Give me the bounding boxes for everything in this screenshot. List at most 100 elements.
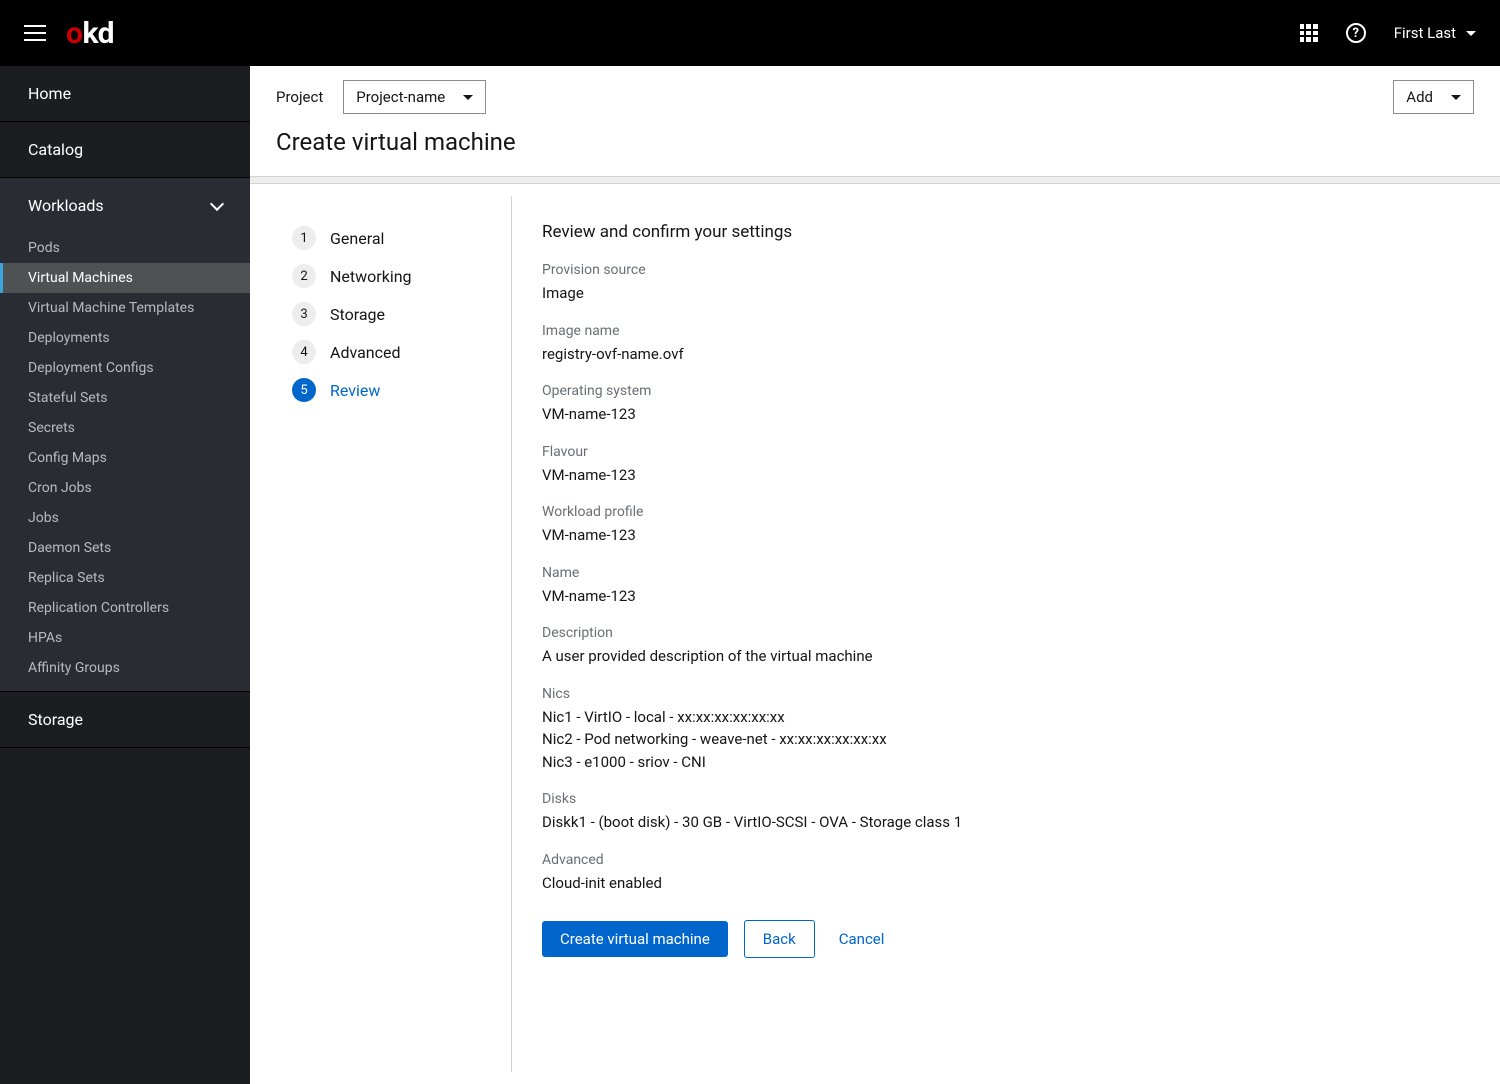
step-number: 2 xyxy=(292,264,316,288)
hamburger-menu-icon[interactable] xyxy=(24,21,46,45)
step-label: General xyxy=(330,229,384,248)
caret-down-icon xyxy=(1451,95,1461,100)
divider xyxy=(250,176,1500,184)
wizard-step[interactable]: 5 Review xyxy=(292,378,491,402)
sidebar-sub-item[interactable]: Virtual Machines xyxy=(0,263,250,293)
project-selected: Project-name xyxy=(356,88,445,106)
wizard-panel: 1 General 2 Networking 3 Storage 4 Advanced 5 Rev… xyxy=(262,196,1488,1072)
sidebar-sub-item[interactable]: HPAs xyxy=(0,623,250,653)
chevron-down-icon xyxy=(210,196,224,210)
field-label: Image name xyxy=(542,323,1458,339)
wizard-actions: Create virtual machine Back Cancel xyxy=(542,920,1458,958)
step-label: Advanced xyxy=(330,343,401,362)
field-flavour: Flavour VM-name-123 xyxy=(542,444,1458,487)
add-label: Add xyxy=(1406,88,1433,106)
sidebar-sub-item[interactable]: Cron Jobs xyxy=(0,473,250,503)
logo-o: o xyxy=(66,16,82,51)
field-advanced: Advanced Cloud-init enabled xyxy=(542,852,1458,895)
sidebar-sub-item[interactable]: Deployment Configs xyxy=(0,353,250,383)
wizard-step[interactable]: 4 Advanced xyxy=(292,340,491,364)
logo-kd: kd xyxy=(82,16,114,51)
field-provision-source: Provision source Image xyxy=(542,262,1458,305)
field-label: Provision source xyxy=(542,262,1458,278)
sidebar-sub-item[interactable]: Daemon Sets xyxy=(0,533,250,563)
sidebar-item-home[interactable]: Home xyxy=(0,66,250,122)
field-name: Name VM-name-123 xyxy=(542,565,1458,608)
step-number: 1 xyxy=(292,226,316,250)
disk-line: Diskk1 - (boot disk) - 30 GB - VirtIO-SC… xyxy=(542,811,1458,834)
step-label: Review xyxy=(330,381,380,400)
project-label: Project xyxy=(276,88,323,106)
apps-grid-icon[interactable] xyxy=(1300,24,1318,42)
sidebar-section-label: Workloads xyxy=(28,196,104,215)
user-menu[interactable]: First Last xyxy=(1394,24,1476,42)
wizard-step[interactable]: 1 General xyxy=(292,226,491,250)
step-number: 4 xyxy=(292,340,316,364)
sidebar-sub-item[interactable]: Config Maps xyxy=(0,443,250,473)
sidebar: Home Catalog Workloads PodsVirtual Machi… xyxy=(0,66,250,1084)
step-number: 3 xyxy=(292,302,316,326)
field-value: Nic1 - VirtIO - local - xx:xx:xx:xx:xx:x… xyxy=(542,706,1458,774)
sidebar-sub-item[interactable]: Stateful Sets xyxy=(0,383,250,413)
field-value: VM-name-123 xyxy=(542,403,1458,426)
main-content: Project Project-name Add Create virtual … xyxy=(250,66,1500,1084)
back-button[interactable]: Back xyxy=(744,920,815,958)
field-value: A user provided description of the virtu… xyxy=(542,645,1458,668)
add-dropdown[interactable]: Add xyxy=(1393,80,1474,114)
field-label: Name xyxy=(542,565,1458,581)
field-value: Cloud-init enabled xyxy=(542,872,1458,895)
sidebar-sub-item[interactable]: Affinity Groups xyxy=(0,653,250,683)
field-value: VM-name-123 xyxy=(542,524,1458,547)
field-value: Diskk1 - (boot disk) - 30 GB - VirtIO-SC… xyxy=(542,811,1458,834)
sidebar-sub-item[interactable]: Secrets xyxy=(0,413,250,443)
caret-down-icon xyxy=(1466,31,1476,36)
sidebar-item-catalog[interactable]: Catalog xyxy=(0,122,250,178)
field-description: Description A user provided description … xyxy=(542,625,1458,668)
field-label: Flavour xyxy=(542,444,1458,460)
caret-down-icon xyxy=(463,95,473,100)
create-vm-button[interactable]: Create virtual machine xyxy=(542,921,728,957)
step-label: Storage xyxy=(330,305,385,324)
sidebar-sub-item[interactable]: Deployments xyxy=(0,323,250,353)
wizard-step[interactable]: 2 Networking xyxy=(292,264,491,288)
field-workload-profile: Workload profile VM-name-123 xyxy=(542,504,1458,547)
field-label: Operating system xyxy=(542,383,1458,399)
sidebar-sub-item[interactable]: Replica Sets xyxy=(0,563,250,593)
nic-line: Nic3 - e1000 - sriov - CNI xyxy=(542,751,1458,774)
field-nics: Nics Nic1 - VirtIO - local - xx:xx:xx:xx… xyxy=(542,686,1458,774)
step-label: Networking xyxy=(330,267,412,286)
logo[interactable]: okd xyxy=(66,16,114,51)
field-label: Workload profile xyxy=(542,504,1458,520)
field-label: Disks xyxy=(542,791,1458,807)
field-value: VM-name-123 xyxy=(542,464,1458,487)
topbar: okd ? First Last xyxy=(0,0,1500,66)
field-value: VM-name-123 xyxy=(542,585,1458,608)
field-label: Description xyxy=(542,625,1458,641)
step-number: 5 xyxy=(292,378,316,402)
sidebar-sub-item[interactable]: Virtual Machine Templates xyxy=(0,293,250,323)
field-label: Advanced xyxy=(542,852,1458,868)
cancel-button[interactable]: Cancel xyxy=(831,921,893,957)
field-value: Image xyxy=(542,282,1458,305)
field-value: registry-ovf-name.ovf xyxy=(542,343,1458,366)
wizard-step[interactable]: 3 Storage xyxy=(292,302,491,326)
sidebar-item-storage[interactable]: Storage xyxy=(0,691,250,748)
page-title: Create virtual machine xyxy=(250,128,1500,176)
help-icon[interactable]: ? xyxy=(1346,23,1366,43)
sidebar-workloads-submenu: PodsVirtual MachinesVirtual Machine Temp… xyxy=(0,233,250,691)
review-pane: Review and confirm your settings Provisi… xyxy=(512,196,1488,1072)
review-title: Review and confirm your settings xyxy=(542,222,1458,242)
user-name: First Last xyxy=(1394,24,1456,42)
sidebar-section-workloads[interactable]: Workloads xyxy=(0,178,250,233)
project-dropdown[interactable]: Project-name xyxy=(343,80,486,114)
field-operating-system: Operating system VM-name-123 xyxy=(542,383,1458,426)
field-disks: Disks Diskk1 - (boot disk) - 30 GB - Vir… xyxy=(542,791,1458,834)
nic-line: Nic1 - VirtIO - local - xx:xx:xx:xx:xx:x… xyxy=(542,706,1458,729)
nic-line: Nic2 - Pod networking - weave-net - xx:x… xyxy=(542,728,1458,751)
sidebar-sub-item[interactable]: Jobs xyxy=(0,503,250,533)
field-image-name: Image name registry-ovf-name.ovf xyxy=(542,323,1458,366)
wizard-steps: 1 General 2 Networking 3 Storage 4 Advanced 5 Rev… xyxy=(262,196,512,1072)
sidebar-sub-item[interactable]: Replication Controllers xyxy=(0,593,250,623)
field-label: Nics xyxy=(542,686,1458,702)
sidebar-sub-item[interactable]: Pods xyxy=(0,233,250,263)
